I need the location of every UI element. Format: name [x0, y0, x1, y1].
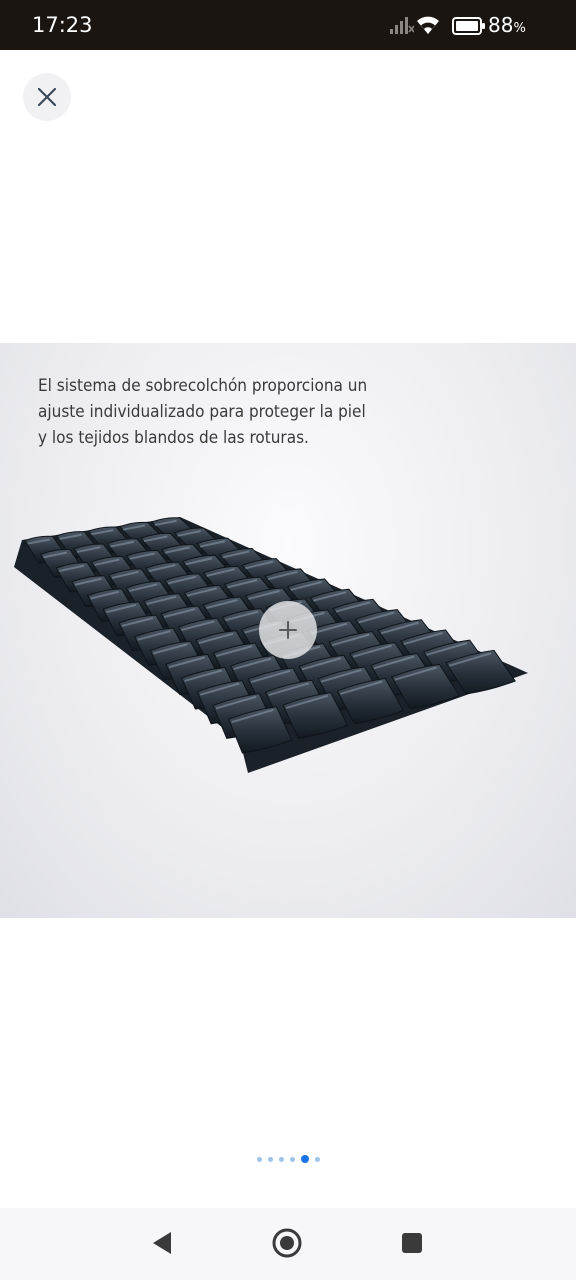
recents-icon[interactable]	[401, 1232, 423, 1254]
page-dot	[256, 1156, 262, 1162]
page-indicator	[0, 1152, 576, 1166]
caption-line: ajuste individualizado para proteger la …	[38, 402, 366, 422]
status-time: 17:23	[32, 13, 93, 37]
page-dot	[289, 1156, 295, 1162]
caption: El sistema de sobrecolchón proporciona u…	[38, 373, 418, 451]
caption-line: El sistema de sobrecolchón proporciona u…	[38, 376, 368, 396]
close-icon	[37, 87, 57, 107]
signal-icon	[390, 17, 414, 34]
page-dot	[278, 1156, 284, 1162]
page-dot	[300, 1155, 309, 1163]
close-button[interactable]	[23, 73, 71, 121]
home-icon[interactable]	[271, 1227, 303, 1259]
plus-icon	[279, 621, 297, 639]
back-icon[interactable]	[150, 1230, 174, 1256]
navigation-bar	[0, 1208, 576, 1280]
product-image[interactable]: El sistema de sobrecolchón proporciona u…	[0, 343, 576, 918]
caption-line: y los tejidos blandos de las roturas.	[38, 428, 309, 448]
page-dot	[267, 1156, 273, 1162]
status-bar: 17:23 88%	[0, 0, 576, 50]
zoom-button[interactable]	[259, 601, 317, 659]
wifi-icon	[417, 16, 439, 34]
battery-icon	[452, 17, 485, 35]
page-dot	[314, 1156, 320, 1162]
battery-level: 88%	[488, 13, 526, 37]
